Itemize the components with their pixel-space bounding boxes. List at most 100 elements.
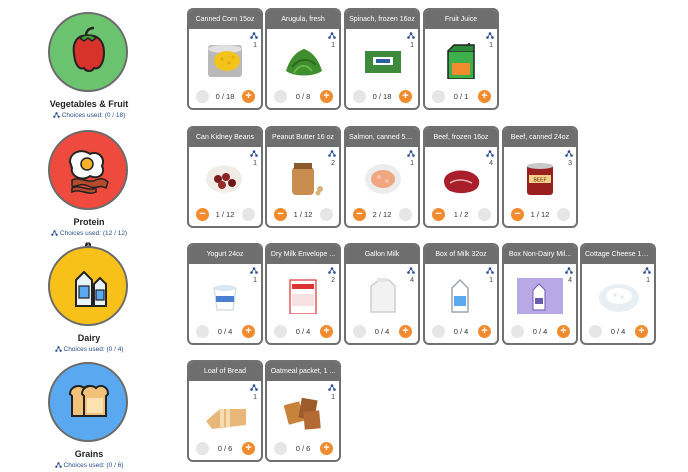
quantity-stepper: −1 / 2+: [425, 208, 497, 221]
product-quantity: 1: [331, 42, 335, 49]
quantity-stepper: −0 / 4+: [267, 325, 339, 338]
product-card[interactable]: Beef, canned 24oz 3 BEEF −1 / 12+: [502, 126, 578, 228]
nodes-icon: [52, 112, 60, 118]
quantity-stepper: −0 / 4+: [189, 325, 261, 338]
choices-used-text: Choices used: (0 / 4): [63, 346, 124, 353]
nodes-icon: [565, 150, 573, 157]
nodes-icon: [486, 32, 494, 39]
product-card[interactable]: Canned Corn 15oz 1 −0 / 18+: [187, 8, 263, 110]
product-card[interactable]: Arugula, fresh 1 −0 / 8+: [265, 8, 341, 110]
product-image: [213, 285, 237, 311]
category-protein[interactable]: Protein Choices used: (12 / 12): [19, 130, 159, 242]
product-card[interactable]: Beef, frozen 16oz 4 −1 / 2+: [423, 126, 499, 228]
product-image: [206, 409, 246, 429]
product-quantity: 2: [331, 160, 335, 167]
product-image: [292, 163, 323, 196]
product-card[interactable]: Fruit Juice 1 −0 / 1+: [423, 8, 499, 110]
category-name: Grains: [74, 449, 104, 459]
increment-button[interactable]: +: [320, 442, 333, 455]
nodes-icon: [486, 267, 494, 274]
increment-button[interactable]: +: [399, 208, 412, 221]
product-image: [447, 43, 475, 79]
product-card[interactable]: Loaf of Bread 1 −0 / 6+: [187, 360, 263, 462]
increment-button[interactable]: +: [399, 90, 412, 103]
card-body: 2 −0 / 4+: [267, 264, 339, 343]
product-title: Oatmeal packet, 1 ...: [267, 362, 339, 381]
card-body: 1 −0 / 18+: [189, 29, 261, 108]
pepper-icon: [72, 26, 106, 72]
product-title: Salmon, canned 5o...: [346, 128, 418, 147]
product-quantity: 1: [489, 42, 493, 49]
increment-button[interactable]: +: [557, 208, 570, 221]
choices-used: Choices used: (0 / 6): [19, 462, 159, 469]
product-card[interactable]: Gallon Milk 4 −0 / 4+: [344, 243, 420, 345]
product-card[interactable]: Can Kidney Beans 1 −1 / 12+: [187, 126, 263, 228]
product-image: [286, 49, 322, 76]
increment-button[interactable]: +: [242, 90, 255, 103]
increment-button[interactable]: +: [478, 325, 491, 338]
quantity-stepper: −0 / 8+: [267, 90, 339, 103]
nodes-icon: [250, 384, 258, 391]
product-title: Beef, canned 24oz: [504, 128, 576, 147]
product-title: Yogurt 24oz: [189, 245, 261, 264]
product-card[interactable]: Oatmeal packet, 1 ... 1 −0 / 6+: [265, 360, 341, 462]
product-card[interactable]: Box Non-Dairy Mil... 4 −0 / 4+: [502, 243, 578, 345]
increment-button[interactable]: +: [478, 208, 491, 221]
product-quantity: 4: [489, 160, 493, 167]
nodes-icon: [250, 267, 258, 274]
product-card[interactable]: Cottage Cheese 16... 1 −0 / 4+: [580, 243, 656, 345]
product-image: [370, 278, 396, 313]
category-circle[interactable]: [48, 362, 128, 442]
category-vegetables-fruit[interactable]: Vegetables & Fruit Choices used: (0 / 18…: [19, 12, 159, 124]
product-quantity: 1: [331, 394, 335, 401]
nodes-icon: [407, 267, 415, 274]
product-card[interactable]: Spinach, frozen 16oz 1 −0 / 18+: [344, 8, 420, 110]
product-quantity: 1: [253, 277, 257, 284]
increment-button[interactable]: +: [242, 442, 255, 455]
increment-button[interactable]: +: [320, 325, 333, 338]
card-body: 4 −0 / 4+: [504, 264, 576, 343]
category-circle[interactable]: [48, 246, 128, 326]
increment-button[interactable]: +: [242, 325, 255, 338]
product-title: Gallon Milk: [346, 245, 418, 264]
product-title: Arugula, fresh: [267, 10, 339, 29]
choices-used-text: Choices used: (12 / 12): [59, 230, 128, 237]
category-dairy[interactable]: 1 Dairy Choices used: (0 / 4): [19, 242, 159, 358]
nodes-icon: [250, 32, 258, 39]
product-quantity: 1: [646, 277, 650, 284]
nodes-icon: [328, 267, 336, 274]
increment-button[interactable]: +: [320, 208, 333, 221]
nodes-icon: [328, 384, 336, 391]
category-grains[interactable]: Grains Choices used: (0 / 6): [19, 362, 159, 472]
category-circle[interactable]: [48, 12, 128, 92]
product-title: Fruit Juice: [425, 10, 497, 29]
product-image: [599, 284, 639, 312]
svg-text:BEEF: BEEF: [533, 178, 546, 184]
choices-used: Choices used: (0 / 18): [19, 112, 159, 119]
increment-button[interactable]: +: [320, 90, 333, 103]
category-name: Dairy: [77, 333, 101, 343]
category-name: Vegetables & Fruit: [49, 99, 129, 109]
increment-button[interactable]: +: [478, 90, 491, 103]
product-image: BEEF: [527, 163, 553, 195]
nodes-icon: [407, 32, 415, 39]
product-title: Can Kidney Beans: [189, 128, 261, 147]
increment-button[interactable]: +: [557, 325, 570, 338]
product-card[interactable]: Dry Milk Envelope ... 2 −0 / 4+: [265, 243, 341, 345]
product-card[interactable]: Box of Milk 32oz 1 −0 / 4+: [423, 243, 499, 345]
quantity-stepper: −0 / 1+: [425, 90, 497, 103]
category-circle[interactable]: [48, 130, 128, 210]
increment-button[interactable]: +: [399, 325, 412, 338]
category-name: Protein: [73, 217, 105, 227]
increment-button[interactable]: +: [242, 208, 255, 221]
quantity-stepper: −0 / 18+: [189, 90, 261, 103]
increment-button[interactable]: +: [635, 325, 648, 338]
egg-bacon-icon: [68, 150, 109, 194]
product-card[interactable]: Yogurt 24oz 1 −0 / 4+: [187, 243, 263, 345]
card-body: 2 −1 / 12+: [267, 147, 339, 226]
product-card[interactable]: Salmon, canned 5o... 1 −2 / 12+: [344, 126, 420, 228]
card-body: 4 −1 / 2+: [425, 147, 497, 226]
card-body: 1 −0 / 6+: [189, 381, 261, 460]
product-card[interactable]: Peanut Butter 16 oz 2 −1 / 12+: [265, 126, 341, 228]
product-quantity: 1: [253, 160, 257, 167]
